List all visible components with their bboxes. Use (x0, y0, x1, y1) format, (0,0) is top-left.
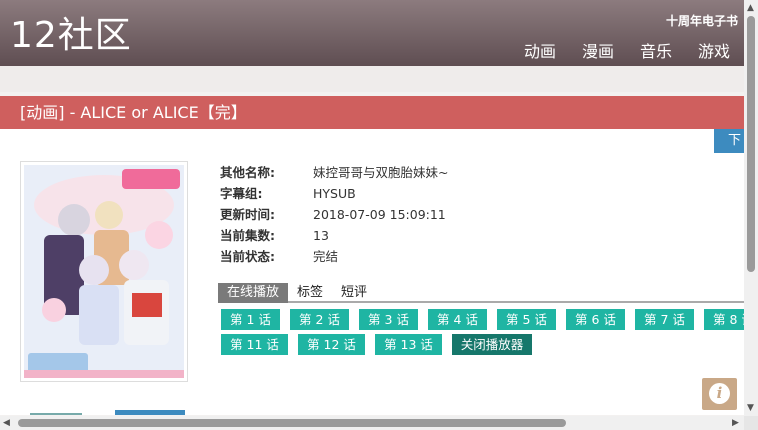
ebook-link[interactable]: 十周年电子书 (666, 12, 738, 29)
vertical-scrollbar[interactable]: ▲ ▼ (744, 0, 758, 416)
cover-image (20, 161, 188, 382)
info-value: 妹控哥哥与双胞胎妹妹~ (313, 165, 449, 180)
cover-art (24, 165, 184, 378)
vertical-scroll-thumb[interactable] (747, 16, 755, 272)
horizontal-scroll-thumb[interactable] (18, 419, 566, 427)
nav-anime[interactable]: 动画 (524, 38, 556, 62)
tab-bar: 在线播放 标签 短评 (218, 281, 744, 303)
episode-list: 第 1 话 第 2 话 第 3 话 第 4 话 第 5 话 第 6 话 第 7 … (221, 309, 744, 357)
info-label: 当前状态: (220, 249, 275, 264)
info-list: 其他名称: 妹控哥哥与双胞胎妹妹~ 字幕组: HYSUB 更新时间: 2018-07-… (220, 162, 448, 267)
nav-games[interactable]: 游戏 (698, 38, 730, 62)
info-value: HYSUB (313, 186, 356, 201)
scroll-right-icon[interactable]: ▶ (732, 418, 739, 428)
info-label: 更新时间: (220, 207, 275, 222)
tab-tags[interactable]: 标签 (288, 283, 332, 303)
site-logo[interactable]: 12社区 (10, 14, 132, 58)
episode-button[interactable]: 第 1 话 (221, 309, 280, 330)
horizontal-scrollbar[interactable]: ◀ ▶ (0, 416, 744, 430)
scroll-left-icon[interactable]: ◀ (3, 418, 10, 428)
info-icon: i (709, 383, 730, 404)
scroll-up-icon[interactable]: ▲ (747, 3, 754, 13)
episode-button[interactable]: 第 2 话 (290, 309, 349, 330)
episode-button[interactable]: 第 6 话 (566, 309, 625, 330)
lower-tab-hint (30, 413, 82, 415)
episode-button[interactable]: 第 8 话 (704, 309, 744, 330)
site-header: 12社区 十周年电子书 动画 漫画 音乐 游戏 (0, 0, 744, 67)
episode-button[interactable]: 第 4 话 (428, 309, 487, 330)
info-value: 2018-07-09 15:09:11 (313, 207, 446, 222)
info-value: 13 (313, 228, 329, 243)
header-strip (0, 66, 744, 92)
nav-manga[interactable]: 漫画 (582, 38, 614, 62)
lower-tab-active (115, 410, 185, 415)
episode-button[interactable]: 第 7 话 (635, 309, 694, 330)
info-row-status: 当前状态: 完结 (220, 246, 448, 267)
info-label: 其他名称: (220, 165, 275, 180)
page-title: [动画] - ALICE or ALICE【完】 (0, 96, 744, 129)
info-row-episodes: 当前集数: 13 (220, 225, 448, 246)
tab-online-play[interactable]: 在线播放 (218, 283, 289, 303)
info-label: 字幕组: (220, 186, 263, 201)
episode-button[interactable]: 第 5 话 (497, 309, 556, 330)
episode-button[interactable]: 第 12 话 (298, 334, 365, 355)
main-nav: 动画 漫画 音乐 游戏 (524, 38, 730, 62)
info-button[interactable]: i (702, 378, 737, 410)
episode-button[interactable]: 第 11 话 (221, 334, 288, 355)
tab-short-reviews[interactable]: 短评 (332, 283, 376, 303)
download-button[interactable]: 下 (714, 129, 744, 153)
close-player-button[interactable]: 关闭播放器 (452, 334, 532, 355)
info-row-alias: 其他名称: 妹控哥哥与双胞胎妹妹~ (220, 162, 448, 183)
info-value: 完结 (313, 249, 339, 264)
info-label: 当前集数: (220, 228, 275, 243)
info-row-updated: 更新时间: 2018-07-09 15:09:11 (220, 204, 448, 225)
scrollbar-corner (744, 416, 758, 430)
episode-button[interactable]: 第 13 话 (375, 334, 442, 355)
info-row-subgroup: 字幕组: HYSUB (220, 183, 448, 204)
nav-music[interactable]: 音乐 (640, 38, 672, 62)
episode-button[interactable]: 第 3 话 (359, 309, 418, 330)
scroll-down-icon[interactable]: ▼ (747, 403, 754, 413)
